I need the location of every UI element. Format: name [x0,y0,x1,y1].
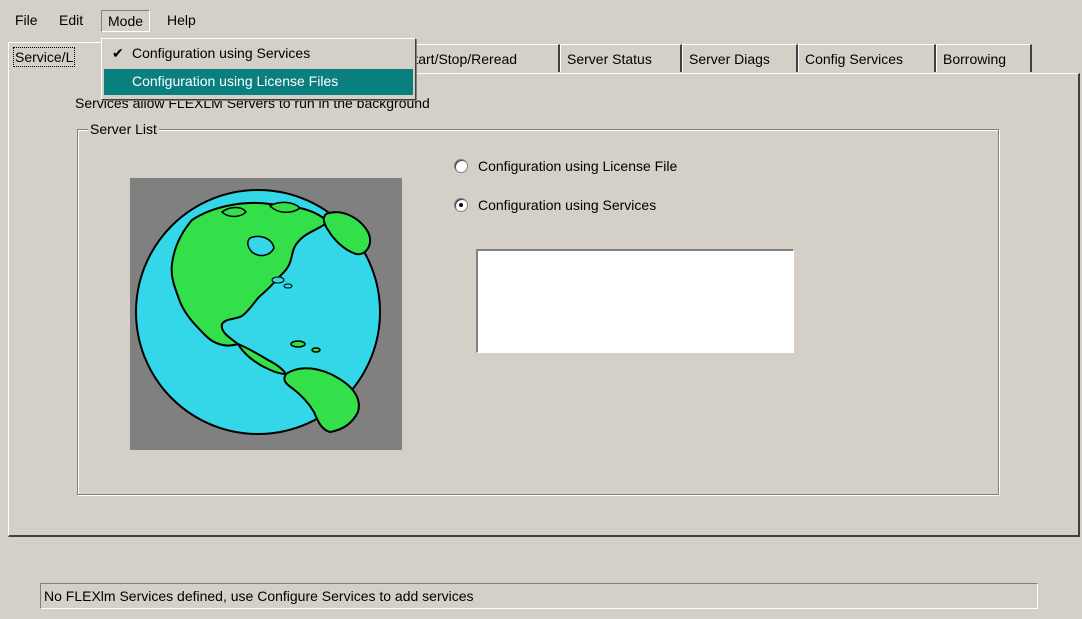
tab-server-diags[interactable]: Server Diags [682,44,798,72]
tab-label: Borrowing [943,51,1007,67]
mode-dropdown-menu: ✔ Configuration using Services Configura… [101,38,416,100]
tab-label: Server Status [567,51,652,67]
radio-services-label: Configuration using Services [478,197,657,213]
menu-file[interactable]: File [9,10,44,32]
menu-bar: File Edit Mode Help [0,0,1082,32]
tab-start-stop-reread[interactable]: Start/Stop/Reread [402,44,560,72]
tab-borrowing[interactable]: Borrowing [936,44,1032,72]
radio-services-control[interactable] [454,198,468,212]
server-list-group: Server List Configuration using License … [77,120,999,495]
tab-service-license[interactable]: Service/L [8,42,116,74]
tab-label: Service/L [12,47,76,67]
menu-help[interactable]: Help [161,10,202,32]
menu-edit[interactable]: Edit [53,10,89,32]
globe-graphic [135,189,381,435]
radio-license-file-control[interactable] [454,159,468,173]
status-bar: No FLEXlm Services defined, use Configur… [40,583,1038,609]
tab-label: Server Diags [689,51,770,67]
tab-label: Config Services [805,51,904,67]
menu-item-label: Configuration using License Files [132,73,339,89]
tab-config-services[interactable]: Config Services [798,44,936,72]
tab-server-status[interactable]: Server Status [560,44,682,72]
menu-item-config-license-files[interactable]: Configuration using License Files [104,69,413,95]
menu-item-label: Configuration using Services [132,45,311,61]
service-name-list[interactable] [476,249,794,353]
radio-selected-dot [459,203,463,207]
earth-globe-icon [130,178,402,450]
menu-mode[interactable]: Mode [101,10,151,32]
service-tab-panel: Services allow FLEXLM Servers to run in … [8,73,1080,537]
checkmark-icon: ✔ [112,45,124,61]
tab-label: Start/Stop/Reread [405,51,518,67]
server-list-label: Server List [88,120,159,138]
menu-item-config-services[interactable]: ✔ Configuration using Services [104,41,413,67]
radio-license-file-label: Configuration using License File [478,158,678,174]
